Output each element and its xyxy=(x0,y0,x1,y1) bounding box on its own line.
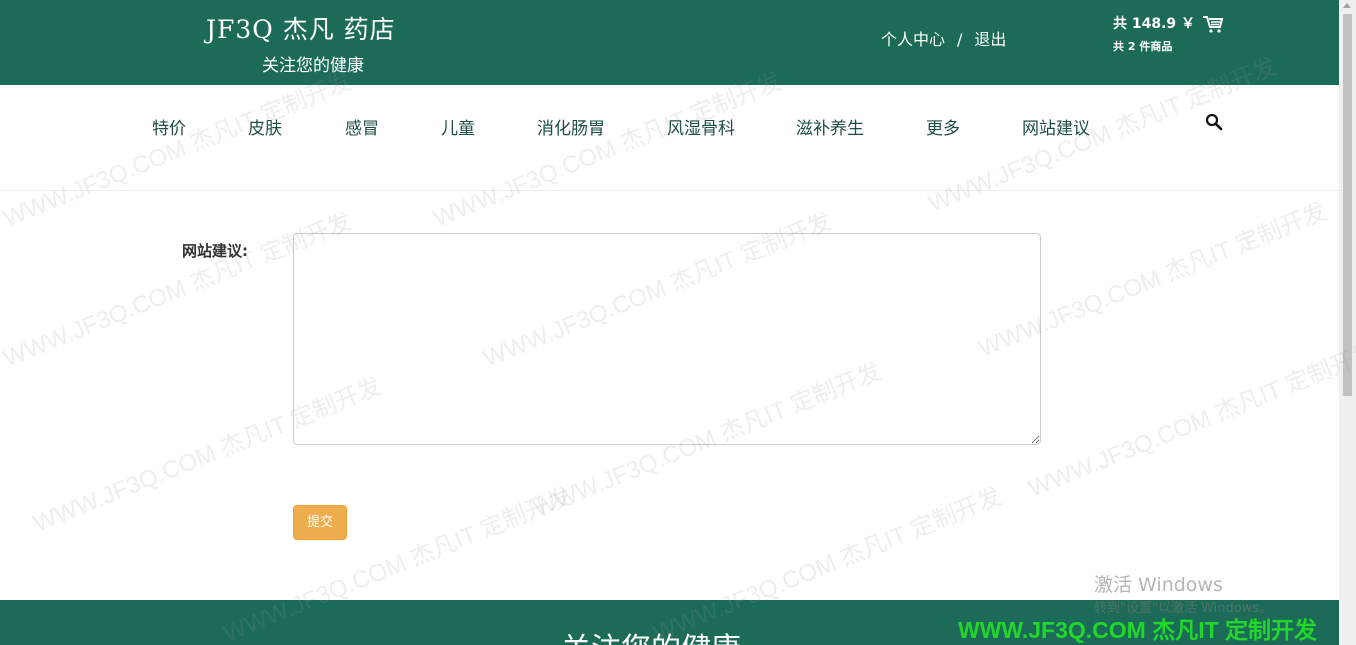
nav-item-suggestions[interactable]: 网站建议 xyxy=(1022,114,1090,139)
windows-activation-title: 激活 Windows xyxy=(1094,574,1223,596)
nav-item-special[interactable]: 特价 xyxy=(152,114,186,139)
footer-slogan: 关注您的健康 xyxy=(561,624,741,645)
link-separator: / xyxy=(957,30,963,49)
logout-link[interactable]: 退出 xyxy=(974,30,1006,49)
cart-icon[interactable] xyxy=(1202,14,1224,34)
nav-item-more[interactable]: 更多 xyxy=(926,114,960,139)
cart-total[interactable]: 共 148.9 ￥ xyxy=(1113,13,1195,33)
logo-title[interactable]: JF3Q 杰凡 药店 xyxy=(206,10,396,46)
user-center-link[interactable]: 个人中心 xyxy=(881,30,945,49)
scroll-thumb[interactable] xyxy=(1343,14,1352,396)
brand-stamp: WWW.JF3Q.COM 杰凡IT 定制开发 xyxy=(958,617,1318,643)
nav-item-children[interactable]: 儿童 xyxy=(441,114,475,139)
nav-item-nourishing[interactable]: 滋补养生 xyxy=(796,114,864,139)
suggestion-textarea[interactable] xyxy=(293,233,1041,445)
suggestion-label: 网站建议: xyxy=(182,242,248,260)
user-links: 个人中心 / 退出 xyxy=(881,26,1006,50)
submit-button[interactable]: 提交 xyxy=(293,505,347,540)
site-header: JF3Q 杰凡 药店 关注您的健康 个人中心 / 退出 共 148.9 ￥ 共 2 … xyxy=(0,0,1339,85)
main-nav: 特价 皮肤 感冒 儿童 消化肠胃 风湿骨科 滋补养生 更多 网站建议 xyxy=(0,85,1339,191)
watermark-text: WWW.JF3Q.COM 杰凡IT 定制开发 xyxy=(1024,337,1356,503)
nav-item-cold[interactable]: 感冒 xyxy=(345,114,379,139)
cart-count: 共 2 件商品 xyxy=(1113,40,1173,53)
search-icon[interactable] xyxy=(1205,113,1223,131)
nav-item-skin[interactable]: 皮肤 xyxy=(248,114,282,139)
nav-item-digestive[interactable]: 消化肠胃 xyxy=(537,114,605,139)
logo-subtitle: 关注您的健康 xyxy=(262,56,364,76)
page-scrollbar[interactable] xyxy=(1339,0,1356,645)
nav-item-rheumatism[interactable]: 风湿骨科 xyxy=(667,114,735,139)
scroll-up-arrow-icon[interactable] xyxy=(1343,3,1351,8)
